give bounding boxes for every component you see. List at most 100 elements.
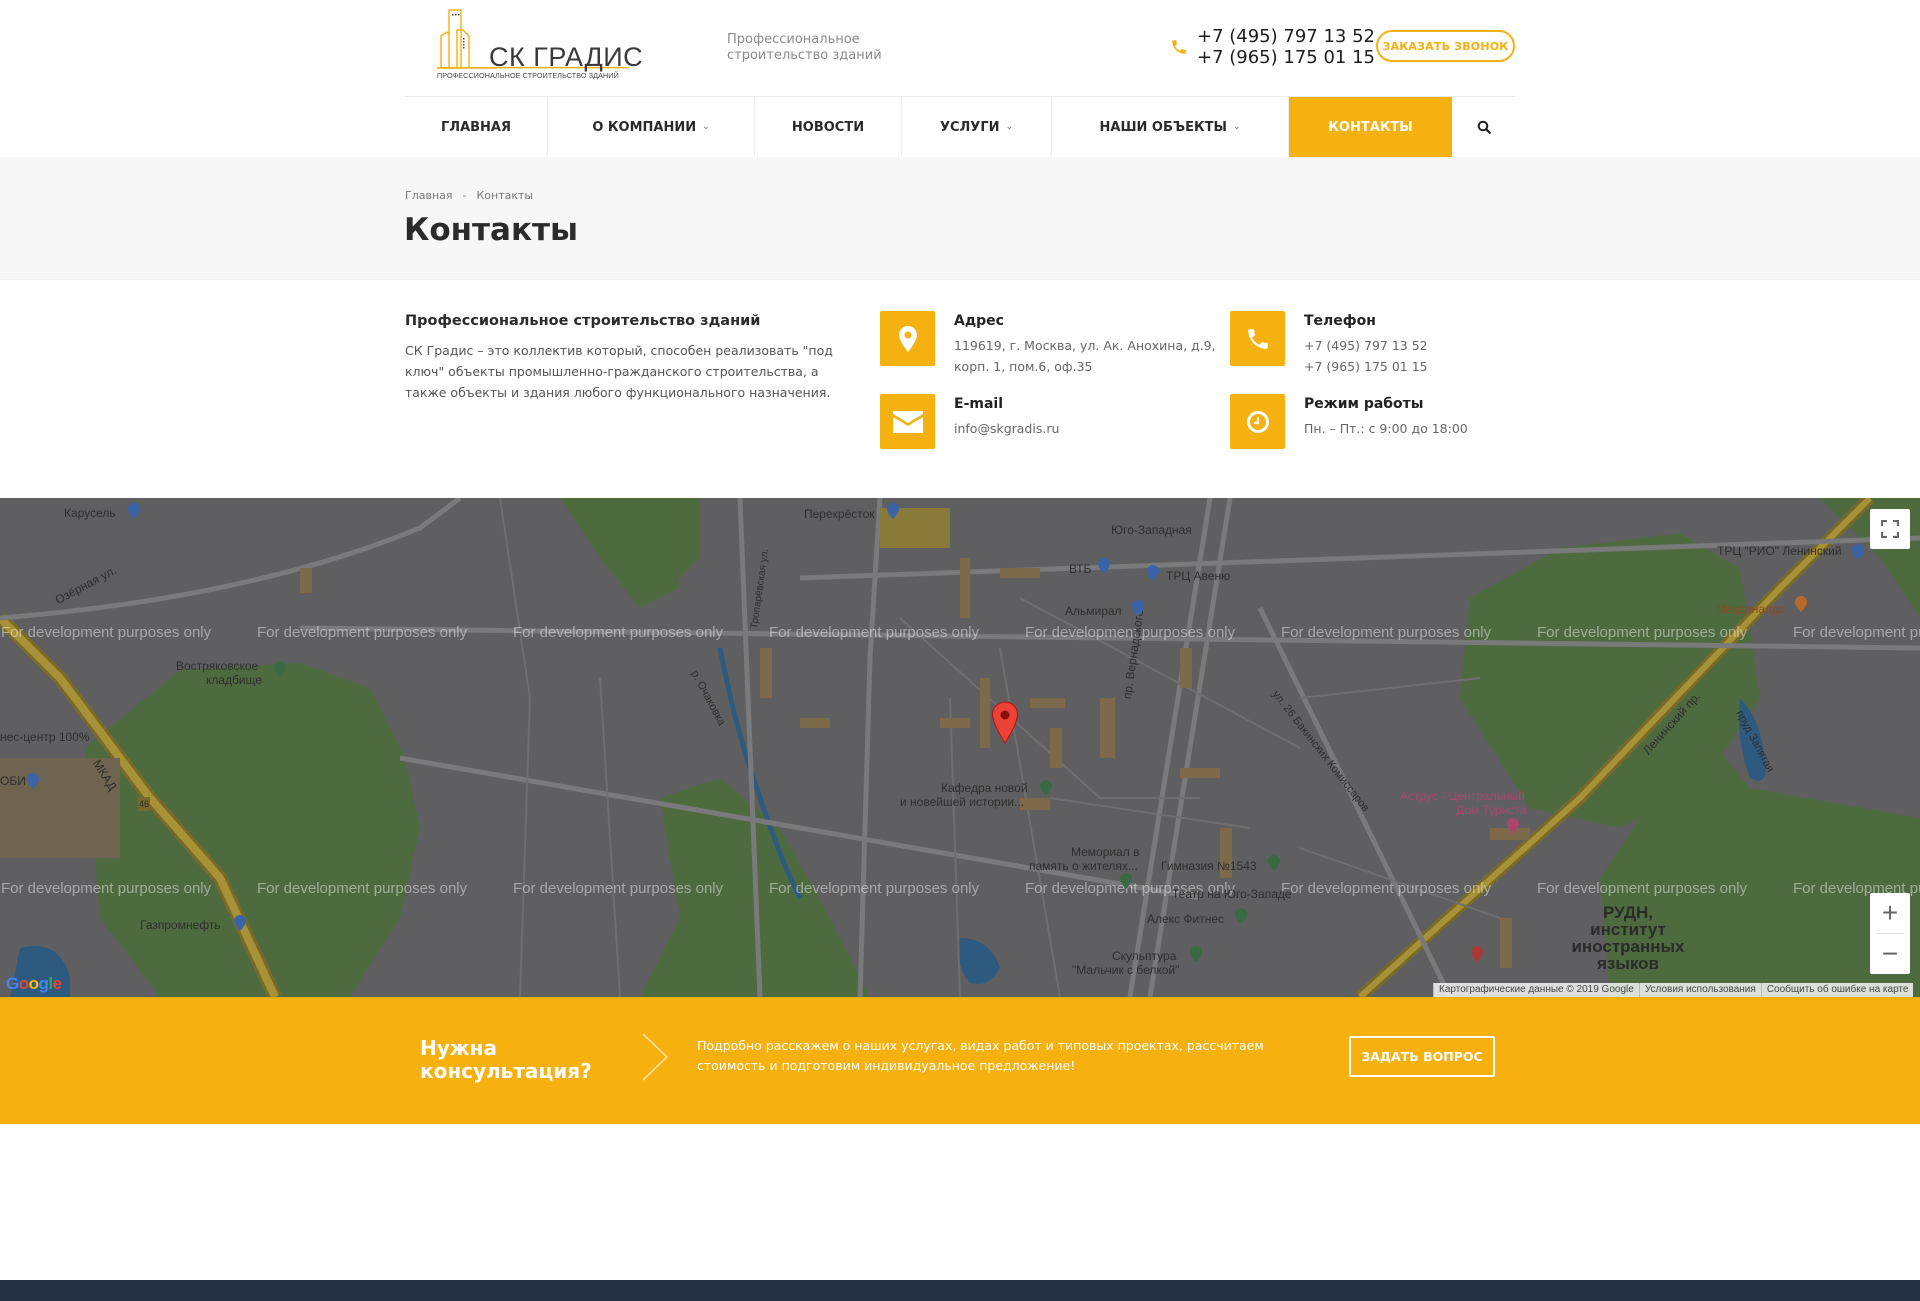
- restaurant-pin-icon: [1795, 596, 1807, 612]
- header-phone-2[interactable]: +7 (965) 175 01 15: [1197, 47, 1375, 68]
- google-logo[interactable]: Google: [6, 974, 62, 994]
- map-label: память о жителях...: [1029, 859, 1138, 873]
- map-label: ТРЦ "РИО" Ленинский: [1717, 544, 1842, 558]
- map-label: 46: [138, 797, 151, 811]
- nav-item-label: НАШИ ОБЪЕКТЫ: [1099, 119, 1227, 135]
- logo-subtitle: ПРОФЕССИОНАЛЬНОЕ СТРОИТЕЛЬСТВО ЗДАНИЙ: [437, 71, 619, 80]
- chevron-down-icon: ⌄: [702, 122, 710, 132]
- search-button[interactable]: [1452, 97, 1515, 157]
- contact-address: Адрес 119619, г. Москва, ул. Ак. Анохина…: [880, 311, 1216, 374]
- map-label: Кафедра новой: [941, 781, 1028, 795]
- nav-item-contacts[interactable]: КОНТАКТЫ: [1289, 97, 1452, 157]
- nav-item-services[interactable]: УСЛУГИ ⌄: [902, 97, 1052, 157]
- email-link[interactable]: info@skgradis.ru: [954, 418, 1059, 439]
- map-label: Алекс Фитнес: [1147, 912, 1225, 926]
- fitness-pin-icon: [1235, 908, 1247, 924]
- nav-item-projects[interactable]: НАШИ ОБЪЕКТЫ ⌄: [1052, 97, 1289, 157]
- monument-pin-icon: [1120, 873, 1132, 889]
- map-terms-link[interactable]: Условия использования: [1638, 983, 1761, 997]
- map-fullscreen-button[interactable]: [1870, 509, 1910, 549]
- breadcrumb: Главная - Контакты: [405, 189, 533, 202]
- map-label: кладбище: [206, 673, 263, 687]
- map-watermark: For development purposes only: [1, 880, 212, 897]
- map-label: Альмирал: [1065, 604, 1122, 618]
- map-label: институт: [1590, 920, 1666, 939]
- contact-title: Режим работы: [1304, 396, 1424, 412]
- header-phone-1[interactable]: +7 (495) 797 13 52: [1197, 26, 1375, 47]
- map-label-rudn: РУДН, институт иностранных языков: [1568, 904, 1688, 972]
- phone-line-1[interactable]: +7 (495) 797 13 52: [1304, 335, 1428, 356]
- map-label: языков: [1596, 954, 1659, 973]
- tagline-line-1: Профессиональное: [727, 32, 860, 47]
- consultation-heading: Нужна консультация?: [420, 1037, 592, 1083]
- map-label: Скульптура: [1112, 949, 1177, 963]
- nav-item-label: ГЛАВНАЯ: [440, 119, 511, 135]
- header-phones: +7 (495) 797 13 52 +7 (965) 175 01 15: [1197, 26, 1375, 68]
- google-map[interactable]: For development purposes only For develo…: [0, 498, 1920, 997]
- map-label: Востряковское: [176, 659, 259, 673]
- header-tagline: Профессиональное строительство зданий: [727, 32, 927, 64]
- nav-item-about[interactable]: О КОМПАНИИ ⌄: [548, 97, 755, 157]
- breadcrumb-home[interactable]: Главная: [405, 189, 453, 202]
- consultation-heading-line-2: консультация?: [420, 1059, 592, 1083]
- consultation-text: Подробно расскажем о наших услугах, вида…: [697, 1038, 1264, 1073]
- nav-item-home[interactable]: ГЛАВНАЯ: [405, 97, 548, 157]
- clock-icon: [1246, 410, 1269, 433]
- ask-question-button[interactable]: ЗАДАТЬ ВОПРОС: [1349, 1036, 1495, 1077]
- mall-pin-icon: [1147, 565, 1159, 581]
- map-label: Юго-Западная: [1111, 523, 1192, 537]
- building-logo-icon: [437, 9, 497, 69]
- nav-item-label: НОВОСТИ: [791, 119, 865, 135]
- map-label: Перекрёсток: [804, 507, 875, 521]
- hospital-pin-icon: [1471, 946, 1483, 962]
- main-nav: ГЛАВНАЯ О КОМПАНИИ ⌄ НОВОСТИ УСЛУГИ ⌄ НА…: [405, 96, 1515, 157]
- map-zoom-out-button[interactable]: −: [1870, 934, 1910, 974]
- consultation-heading-line-1: Нужна: [420, 1036, 497, 1060]
- nav-item-label: УСЛУГИ: [939, 119, 1000, 135]
- address-line-2: корп. 1, пом.6, оф.35: [954, 359, 1093, 374]
- envelope-icon-box: [880, 394, 935, 449]
- map-label: ОБИ: [0, 774, 26, 788]
- map-pin-icon-box: [880, 311, 935, 366]
- contact-value: info@skgradis.ru: [954, 418, 1059, 439]
- map-zoom-in-button[interactable]: +: [1870, 893, 1910, 933]
- map-watermark: For development purposes only: [257, 624, 468, 641]
- contact-value: +7 (495) 797 13 52 +7 (965) 175 01 15: [1304, 335, 1428, 377]
- search-icon: [1477, 120, 1491, 134]
- map-attribution: Картографические данные © 2019 Google Ус…: [1433, 983, 1914, 997]
- contact-title: Телефон: [1304, 313, 1376, 329]
- logo-name: СК ГРАДИС: [489, 42, 644, 72]
- map-label: иностранных: [1571, 937, 1685, 956]
- logo[interactable]: СК ГРАДИС ПРОФЕССИОНАЛЬНОЕ СТРОИТЕЛЬСТВО…: [437, 8, 643, 84]
- clock-icon-box: [1230, 394, 1285, 449]
- map-label: ТРЦ Авеню: [1166, 569, 1231, 583]
- map-watermark: For development purposes only: [769, 880, 980, 897]
- fuel-pin-icon: [234, 915, 246, 931]
- map-report-error-link[interactable]: Сообщить об ошибке на карте: [1760, 983, 1914, 997]
- envelope-icon: [892, 410, 923, 433]
- contact-title: E-mail: [954, 396, 1004, 412]
- location-marker-icon[interactable]: [991, 701, 1019, 744]
- phone-line-2[interactable]: +7 (965) 175 01 15: [1304, 356, 1428, 377]
- tagline-line-2: строительство зданий: [727, 48, 882, 63]
- cemetery-pin-icon: [274, 661, 286, 677]
- map-label: ВТБ: [1069, 562, 1092, 576]
- map-watermark: For development purposes only: [513, 880, 724, 897]
- order-callback-button[interactable]: ЗАКАЗАТЬ ЗВОНОК: [1376, 30, 1515, 62]
- contact-title: Адрес: [954, 313, 1004, 329]
- school-pin-icon: [1268, 855, 1280, 871]
- breadcrumb-separator: -: [462, 189, 467, 202]
- address-line-1: 119619, г. Москва, ул. Ак. Анохина, д.9,: [954, 338, 1216, 353]
- page-title: Контакты: [404, 212, 578, 248]
- map-watermark: For development purposes only: [1793, 624, 1920, 641]
- map-zoom-control: + −: [1870, 893, 1910, 974]
- site-header: [0, 0, 1920, 96]
- map-watermark: For development purposes only: [769, 624, 980, 641]
- nav-item-label: КОНТАКТЫ: [1328, 119, 1413, 135]
- nav-item-news[interactable]: НОВОСТИ: [755, 97, 902, 157]
- map-label: Газпромнефть: [140, 918, 221, 932]
- shop-pin-icon: [27, 773, 39, 789]
- shop-pin-icon: [1132, 600, 1144, 616]
- map-watermark: For development purposes only: [1281, 624, 1492, 641]
- map-buildings: [300, 508, 1530, 968]
